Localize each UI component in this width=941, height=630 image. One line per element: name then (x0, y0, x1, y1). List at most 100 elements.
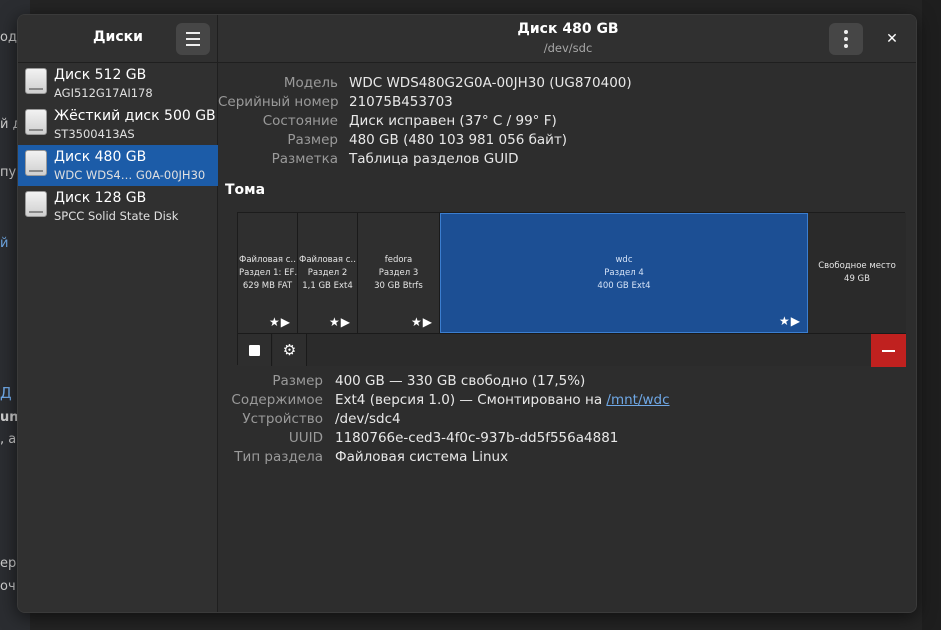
drive-icon (25, 191, 47, 217)
state-label: Состояние (262, 113, 338, 129)
volume-partition: Раздел 1: EF… (239, 267, 297, 278)
disk-model: WDC WDS4… G0A-00JH30 (54, 168, 206, 182)
mount-point-link[interactable]: /mnt/wdc (606, 392, 669, 408)
uuid-label: UUID (288, 430, 323, 446)
partition-size-value: 400 GB — 330 GB свободно (17,5%) (335, 373, 586, 389)
drive-options-button[interactable] (829, 23, 863, 55)
volume-size: 30 GB Btrfs (374, 280, 423, 291)
volume-partition-4[interactable]: wdc Раздел 4 400 GB Ext4 ★▶ (440, 213, 808, 333)
volume-size: 400 GB Ext4 (597, 280, 651, 291)
volume-size: 49 GB (844, 274, 870, 284)
volume-free-space[interactable]: Свободное место 49 GB (808, 213, 906, 333)
background-text: unt (0, 410, 18, 425)
property-row: Модель WDC WDS480G2G0A-00JH30 (UG870400) (218, 75, 916, 94)
model-label: Модель (283, 75, 338, 91)
volume-size: 629 MB FAT (242, 280, 293, 291)
disk-item-500[interactable]: Жёсткий диск 500 GB ST3500413AS (18, 104, 218, 145)
minus-icon (882, 349, 895, 352)
contents-value: Ext4 (версия 1.0) — Смонтировано на /mnt… (335, 392, 670, 408)
volume-partition-1[interactable]: Файловая с… Раздел 1: EF… 629 MB FAT ★▶ (238, 213, 298, 333)
property-row: Размер 400 GB — 330 GB свободно (17,5%) (218, 373, 916, 392)
disk-name: Жёсткий диск 500 GB (54, 108, 216, 124)
background-text: й (0, 236, 9, 251)
sidebar-header: Диски (18, 15, 217, 63)
delete-partition-button[interactable] (871, 334, 906, 367)
partition-options-button[interactable]: ⚙ (273, 334, 307, 366)
layout-label: Разметка (271, 151, 338, 167)
volume-label: Файловая с… (239, 254, 297, 265)
contents-label: Содержимое (231, 392, 323, 408)
model-value: WDC WDS480G2G0A-00JH30 (UG870400) (349, 75, 632, 91)
volumes-map: Файловая с… Раздел 1: EF… 629 MB FAT ★▶ … (237, 212, 906, 367)
disk-model: SPCC Solid State Disk (54, 209, 179, 223)
mounted-icon: ★▶ (411, 315, 433, 329)
partition-properties: Размер 400 GB — 330 GB свободно (17,5%) … (218, 373, 916, 468)
volume-label: Файловая с… (299, 254, 357, 265)
property-row: Устройство /dev/sdc4 (218, 411, 916, 430)
background-text: й д (0, 117, 18, 132)
volume-bar: Файловая с… Раздел 1: EF… 629 MB FAT ★▶ … (238, 213, 906, 333)
drive-icon (25, 109, 47, 135)
size-value: 480 GB (480 103 981 056 байт) (349, 132, 568, 148)
background-text: , а (0, 432, 17, 447)
property-row: Разметка Таблица разделов GUID (218, 151, 916, 170)
layout-value: Таблица разделов GUID (349, 151, 519, 167)
uuid-value: 1180766e-ced3-4f0c-937b-dd5f556a4881 (335, 430, 619, 446)
volume-partition: Раздел 3 (378, 267, 419, 278)
page-title: Диск 480 GB (517, 21, 619, 37)
volume-label: fedora (384, 254, 413, 265)
background-text: оч (0, 579, 16, 594)
drive-icon (25, 150, 47, 176)
sidebar: Диски Диск 512 GB AGI512G17AI178 Жёсткий… (18, 15, 218, 612)
background-text: ер (0, 556, 17, 571)
mounted-icon: ★▶ (779, 314, 801, 328)
property-row: Размер 480 GB (480 103 981 056 байт) (218, 132, 916, 151)
kebab-icon (844, 37, 848, 41)
disks-window: Диски Диск 512 GB AGI512G17AI178 Жёсткий… (17, 14, 917, 613)
hamburger-icon (186, 32, 200, 34)
disk-item-480[interactable]: Диск 480 GB WDC WDS4… G0A-00JH30 (18, 145, 218, 186)
mounted-icon: ★▶ (269, 315, 291, 329)
volumes-title: Тома (225, 182, 266, 198)
volume-partition-3[interactable]: fedora Раздел 3 30 GB Btrfs ★▶ (358, 213, 440, 333)
device-value: /dev/sdc4 (335, 411, 401, 427)
kebab-icon (844, 30, 848, 34)
property-row: UUID 1180766e-ced3-4f0c-937b-dd5f556a488… (218, 430, 916, 449)
partition-size-label: Размер (272, 373, 323, 389)
property-row: Тип раздела Файловая система Linux (218, 449, 916, 468)
disk-name: Диск 480 GB (54, 149, 147, 165)
mounted-icon: ★▶ (329, 315, 351, 329)
disk-list: Диск 512 GB AGI512G17AI178 Жёсткий диск … (18, 63, 218, 227)
volume-label: Свободное место (818, 261, 896, 271)
gear-icon: ⚙ (282, 341, 297, 359)
property-row: Серийный номер 21075B453703 (218, 94, 916, 113)
page-subtitle: /dev/sdc (543, 41, 593, 55)
volume-label: wdc (615, 254, 633, 265)
drive-properties: Модель WDC WDS480G2G0A-00JH30 (UG870400)… (218, 75, 916, 170)
hamburger-icon (186, 38, 200, 40)
background-text: од (0, 30, 17, 45)
volume-toolbar: ⚙ (238, 333, 906, 367)
partition-type-label: Тип раздела (234, 449, 323, 465)
state-value: Диск исправен (37° C / 99° F) (349, 113, 557, 129)
stop-icon (249, 344, 260, 356)
close-button[interactable]: ✕ (880, 27, 904, 51)
volume-partition: Раздел 2 (307, 267, 348, 278)
background-right (922, 0, 941, 630)
size-label: Размер (287, 132, 338, 148)
volume-partition: Раздел 4 (604, 267, 644, 278)
main-menu-button[interactable] (176, 23, 210, 55)
disk-item-128[interactable]: Диск 128 GB SPCC Solid State Disk (18, 186, 218, 227)
serial-value: 21075B453703 (349, 94, 453, 110)
drive-icon (25, 68, 47, 94)
contents-text: Ext4 (версия 1.0) — Смонтировано на (335, 392, 603, 408)
volume-partition-2[interactable]: Файловая с… Раздел 2 1,1 GB Ext4 ★▶ (298, 213, 358, 333)
disk-item-512[interactable]: Диск 512 GB AGI512G17AI178 (18, 63, 218, 104)
unmount-button[interactable] (238, 334, 272, 366)
hamburger-icon (186, 44, 200, 46)
disk-name: Диск 128 GB (54, 190, 147, 206)
disk-name: Диск 512 GB (54, 67, 147, 83)
background-text: Д (0, 384, 12, 402)
volume-size: 1,1 GB Ext4 (302, 280, 353, 291)
partition-type-value: Файловая система Linux (335, 449, 509, 465)
